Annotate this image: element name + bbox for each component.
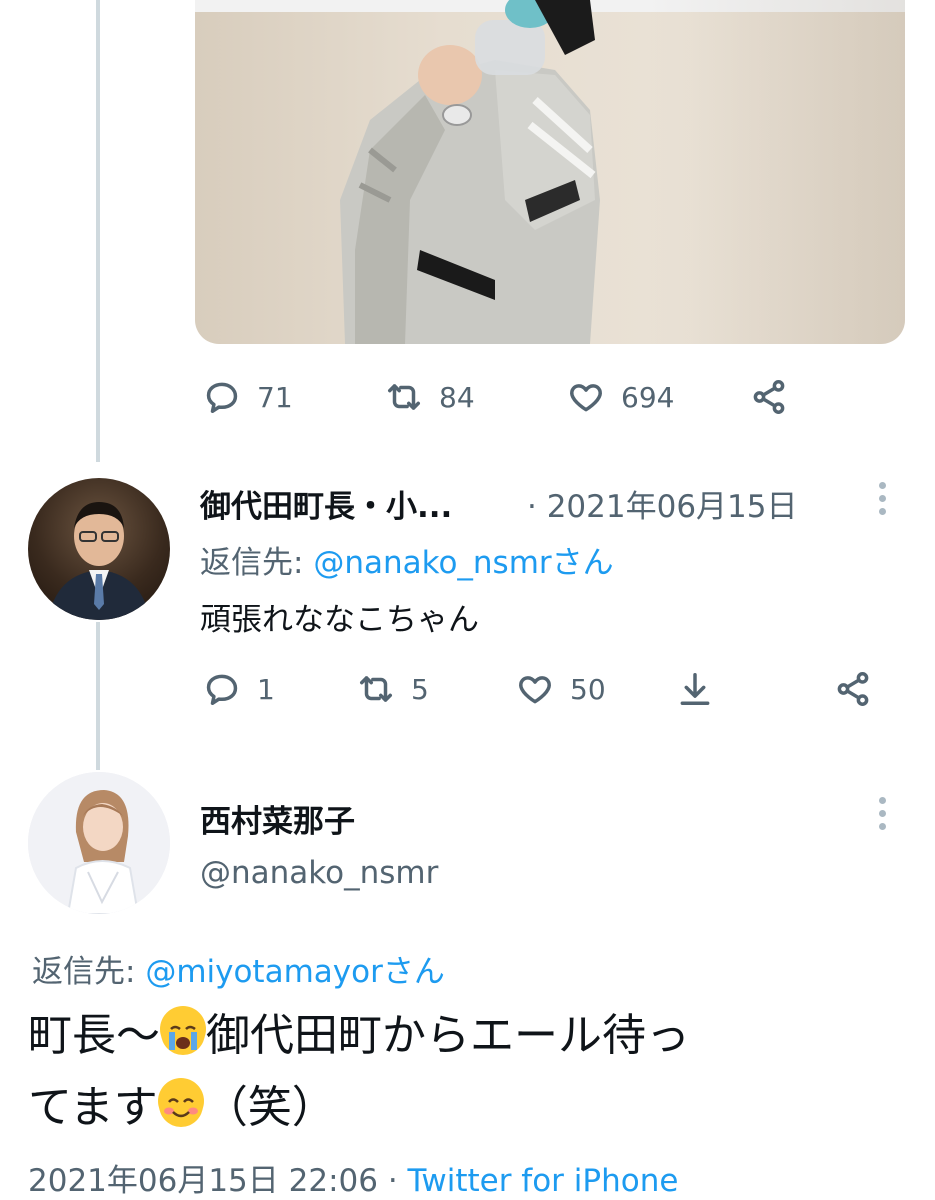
author-name[interactable]: 御代田町長・小... bbox=[200, 481, 452, 526]
like-count: 50 bbox=[570, 672, 606, 706]
tweet-source[interactable]: Twitter for iPhone bbox=[408, 1163, 679, 1199]
reply-bubble-icon bbox=[206, 382, 238, 413]
share-icon bbox=[837, 672, 869, 706]
like-action[interactable]: 694 bbox=[567, 378, 674, 416]
avatar[interactable] bbox=[28, 478, 170, 620]
author-name[interactable]: 西村菜那子 bbox=[200, 796, 355, 841]
kebab-icon[interactable] bbox=[879, 797, 887, 830]
tweet-text-part: （笑） bbox=[203, 1082, 336, 1133]
reply-action[interactable]: 71 bbox=[203, 378, 293, 416]
thread-line bbox=[96, 622, 100, 770]
reply-to-handle[interactable]: @miyotamayorさん bbox=[145, 954, 445, 990]
reply-count: 71 bbox=[257, 380, 293, 414]
smiling-face-icon bbox=[157, 1078, 204, 1127]
timestamp[interactable]: 2021年06月15日 22:06 · bbox=[28, 1163, 408, 1199]
reply-action[interactable]: 1 bbox=[203, 670, 275, 708]
author-portrait bbox=[28, 772, 170, 914]
reply-to-handle[interactable]: @nanako_nsmrさん bbox=[313, 545, 613, 581]
retweet-count: 84 bbox=[439, 380, 475, 414]
reply-to-label: 返信先: bbox=[32, 954, 146, 990]
like-action[interactable]: 50 bbox=[516, 670, 606, 708]
share-icon bbox=[753, 380, 785, 414]
kebab-icon[interactable] bbox=[879, 482, 887, 515]
mayor-portrait bbox=[48, 502, 150, 620]
tweet-text-part: 御代田町からエール待っ bbox=[206, 1010, 690, 1061]
retweet-action[interactable]: 84 bbox=[385, 378, 475, 416]
reply-to: 返信先: @nanako_nsmrさん bbox=[200, 537, 614, 582]
tweet-timestamp: 2021年06月15日 22:06 · Twitter for iPhone bbox=[28, 1155, 678, 1200]
tweet-photo[interactable] bbox=[195, 0, 905, 344]
download-icon bbox=[680, 673, 710, 705]
heart-icon bbox=[519, 676, 551, 704]
tweet-text-part: 町長〜 bbox=[28, 1010, 160, 1061]
tweet-text-part: てます bbox=[28, 1082, 158, 1133]
retweet-count: 5 bbox=[411, 672, 429, 706]
author-handle[interactable]: @nanako_nsmr bbox=[200, 855, 438, 891]
tweet-text: 町長〜 御代田町からエール待っ てます （笑） bbox=[28, 1000, 918, 1144]
crying-face-icon bbox=[160, 1006, 206, 1055]
share-action[interactable] bbox=[750, 378, 788, 416]
reply-to: 返信先: @miyotamayorさん bbox=[32, 946, 445, 991]
reply-count: 1 bbox=[257, 672, 275, 706]
share-action[interactable] bbox=[834, 670, 872, 708]
tweet-date[interactable]: · 2021年06月15日 bbox=[527, 481, 798, 526]
thread-line bbox=[96, 0, 100, 462]
heart-icon bbox=[570, 384, 602, 412]
reply-to-label: 返信先: bbox=[200, 545, 314, 581]
reply-bubble-icon bbox=[206, 674, 238, 705]
avatar[interactable] bbox=[28, 772, 170, 914]
retweet-icon bbox=[388, 384, 420, 410]
retweet-action[interactable]: 5 bbox=[357, 670, 429, 708]
download-action[interactable] bbox=[676, 670, 714, 708]
tweet-text: 頑張れななこちゃん bbox=[200, 602, 479, 638]
like-count: 694 bbox=[621, 380, 675, 414]
retweet-icon bbox=[360, 676, 392, 702]
photo-figure bbox=[340, 0, 600, 344]
